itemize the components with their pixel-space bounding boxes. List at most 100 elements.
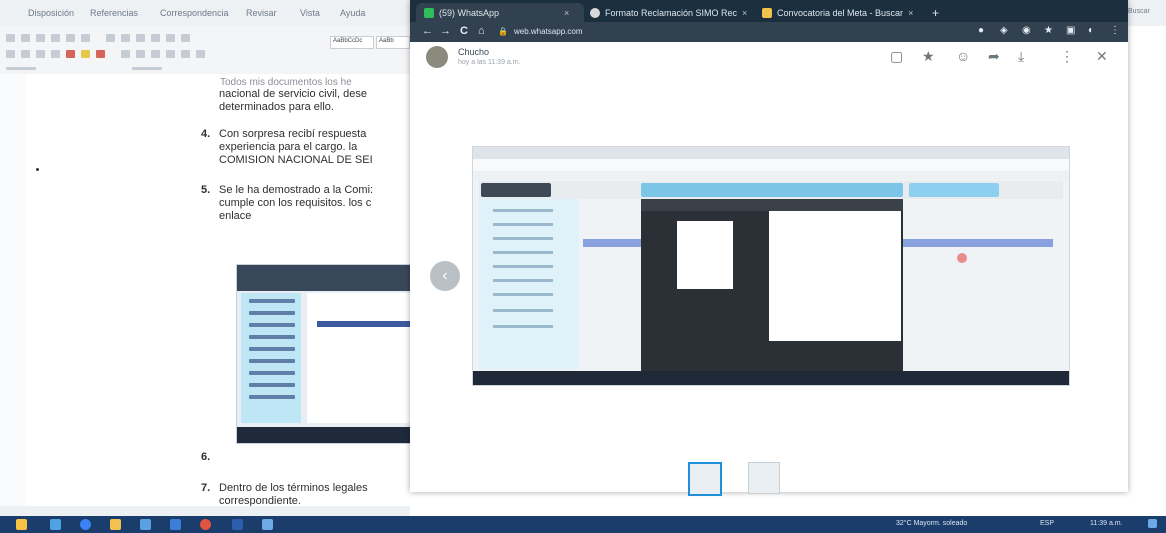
embedded-screenshot[interactable] xyxy=(236,264,412,444)
embedded-sidebar-item xyxy=(249,371,295,375)
menu-icon[interactable]: ⋮ xyxy=(1110,25,1120,36)
notification-icon[interactable] xyxy=(1148,519,1157,528)
whatsapp-icon xyxy=(424,7,434,18)
case-icon[interactable] xyxy=(66,34,75,42)
shrink-font-icon[interactable] xyxy=(51,34,60,42)
image-sidebar xyxy=(479,199,579,369)
menu-revisar[interactable]: Revisar xyxy=(246,8,277,18)
tab-whatsapp[interactable]: (59) WhatsApp × xyxy=(416,3,584,22)
tab-simo[interactable]: Formato Reclamación SIMO Rec × xyxy=(590,3,760,22)
home-icon[interactable]: ⌂ xyxy=(478,25,485,37)
tab-title: Convocatoria del Meta - Buscar xyxy=(777,7,904,18)
download-icon[interactable]: ⤓ xyxy=(1018,48,1024,65)
store-icon[interactable] xyxy=(140,519,151,530)
back-icon[interactable]: ← xyxy=(422,25,433,37)
clear-format-icon[interactable] xyxy=(81,34,90,42)
word-icon[interactable] xyxy=(232,519,243,530)
menu-correspondencia[interactable]: Correspondencia xyxy=(160,8,229,18)
image-sidebar-item xyxy=(493,279,553,282)
pilcrow-icon[interactable] xyxy=(181,34,190,42)
menu-ayuda[interactable]: Ayuda xyxy=(340,8,365,18)
emoji-icon[interactable]: ☺ xyxy=(956,48,970,64)
account-icon[interactable]: ◐ xyxy=(1088,25,1094,36)
puzzle-icon[interactable]: ◈ xyxy=(1000,25,1008,36)
tab-convocatoria[interactable]: Convocatoria del Meta - Buscar × xyxy=(762,3,932,22)
more-icon[interactable]: ⋮ xyxy=(1060,48,1074,65)
text-color-icon[interactable] xyxy=(96,50,105,58)
photos-icon[interactable] xyxy=(262,519,273,530)
start-weather-icon[interactable] xyxy=(16,519,27,530)
menu-vista[interactable]: Vista xyxy=(300,8,320,18)
underline-icon[interactable] xyxy=(36,50,45,58)
style-no-spacing[interactable]: AaBb xyxy=(376,36,410,49)
browser-window[interactable]: (59) WhatsApp × Formato Reclamación SIMO… xyxy=(410,0,1128,496)
new-tab-button[interactable]: + xyxy=(932,3,939,22)
media-thumb-2[interactable] xyxy=(748,462,780,494)
multilevel-icon[interactable] xyxy=(136,34,145,42)
search-icon[interactable] xyxy=(50,519,61,530)
image-sidebar-item xyxy=(493,309,553,312)
explorer-icon[interactable] xyxy=(110,519,121,530)
image-sidebar-item xyxy=(493,325,553,328)
forward-icon[interactable]: ➦ xyxy=(988,48,1000,65)
reload-icon[interactable]: C xyxy=(460,25,468,37)
avatar[interactable] xyxy=(426,46,448,68)
menu-disposicion[interactable]: Disposición xyxy=(28,8,74,18)
font-size-icon[interactable] xyxy=(21,34,30,42)
align-left-icon[interactable] xyxy=(121,50,130,58)
style-normal[interactable]: AaBbCcDc xyxy=(330,36,374,49)
clock[interactable]: 11:39 a.m. xyxy=(1090,520,1123,527)
weather-widget[interactable]: 32°C Mayorm. soleado xyxy=(896,520,967,527)
embedded-taskbar xyxy=(237,427,411,443)
star-toolbar-icon[interactable]: ★ xyxy=(1044,25,1053,36)
menu-referencias[interactable]: Referencias xyxy=(90,8,138,18)
highlight-icon[interactable] xyxy=(81,50,90,58)
chat-icon[interactable]: ▢ xyxy=(890,48,903,65)
align-right-icon[interactable] xyxy=(151,50,160,58)
word-search-tab[interactable]: Buscar xyxy=(1128,8,1150,15)
image-sidebar-item xyxy=(493,293,553,296)
italic-icon[interactable] xyxy=(21,50,30,58)
shading-icon[interactable] xyxy=(196,50,205,58)
message-timestamp: hoy a las 11:39 a.m. xyxy=(458,59,521,66)
justify-icon[interactable] xyxy=(166,50,175,58)
image-sidebar-item xyxy=(493,209,553,212)
close-tab-icon[interactable]: × xyxy=(742,8,747,18)
line-spacing-icon[interactable] xyxy=(181,50,190,58)
embedded-sidebar xyxy=(241,293,301,423)
language-indicator[interactable]: ESP xyxy=(1040,520,1054,527)
font-color-icon[interactable] xyxy=(66,50,75,58)
chrome-icon[interactable] xyxy=(200,519,211,530)
tab-title: (59) WhatsApp xyxy=(439,7,500,18)
sidepanel-icon[interactable]: ▣ xyxy=(1066,25,1075,36)
bold-icon[interactable] xyxy=(6,50,15,58)
grow-font-icon[interactable] xyxy=(36,34,45,42)
page-icon xyxy=(590,7,600,18)
align-center-icon[interactable] xyxy=(136,50,145,58)
extension-icon[interactable]: ● xyxy=(978,25,984,36)
tab-strip: (59) WhatsApp × Formato Reclamación SIMO… xyxy=(410,0,1128,22)
font-icon[interactable] xyxy=(6,34,15,42)
star-icon[interactable]: ★ xyxy=(922,48,935,65)
ribbon-row-font xyxy=(6,32,190,44)
bullets-icon[interactable] xyxy=(106,34,115,42)
edge-icon[interactable] xyxy=(80,519,91,530)
ribbon-label-paragraph xyxy=(132,66,162,70)
mail-icon[interactable] xyxy=(170,519,181,530)
profile-icon[interactable]: ◉ xyxy=(1022,25,1031,36)
image-button xyxy=(909,183,999,197)
close-tab-icon[interactable]: × xyxy=(908,8,913,18)
paragraph-5: Se le ha demostrado a la Comi: cumple co… xyxy=(219,184,374,222)
embedded-sidebar-item xyxy=(249,383,295,387)
indent-icon[interactable] xyxy=(151,34,160,42)
previous-media-button[interactable]: ‹ xyxy=(430,261,460,291)
media-thumb-1[interactable] xyxy=(688,462,722,496)
sort-icon[interactable] xyxy=(166,34,175,42)
url-field[interactable]: web.whatsapp.com xyxy=(514,27,582,36)
numbering-icon[interactable] xyxy=(121,34,130,42)
forward-icon[interactable]: → xyxy=(440,25,451,37)
close-icon[interactable]: ✕ xyxy=(1096,48,1108,65)
strike-icon[interactable] xyxy=(51,50,60,58)
close-tab-icon[interactable]: × xyxy=(564,8,569,18)
image-sidebar-item xyxy=(493,265,553,268)
